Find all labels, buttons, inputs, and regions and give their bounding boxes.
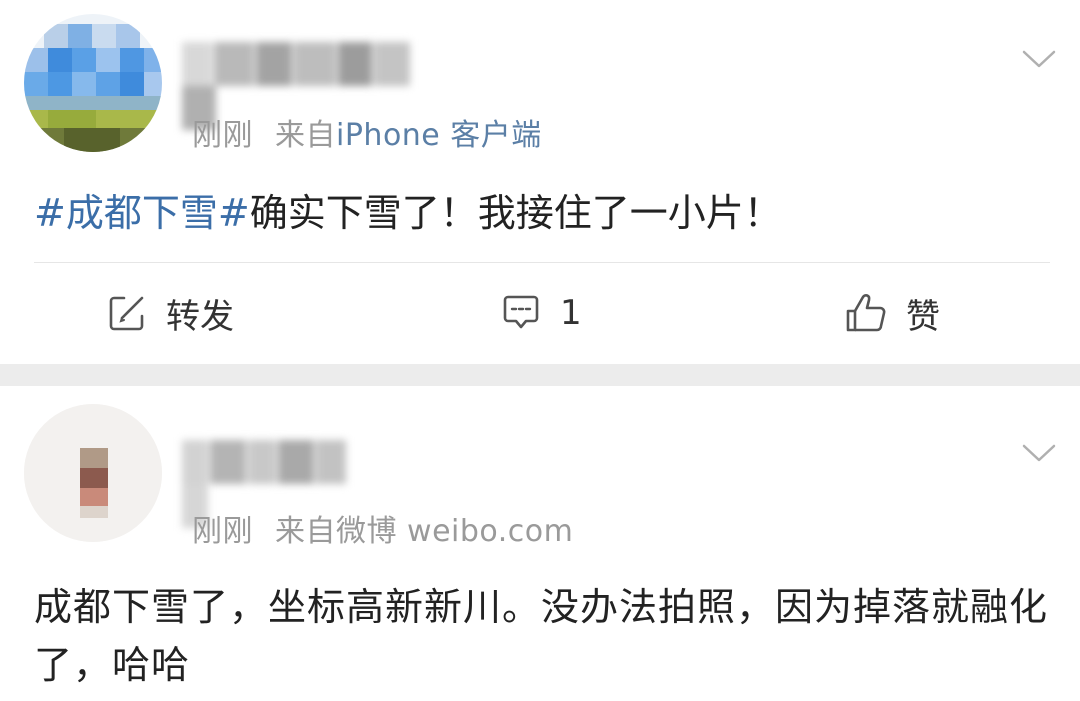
post-time: 刚刚: [192, 118, 253, 153]
post-meta: 刚刚 来自微博 weibo.com: [192, 506, 573, 550]
source-prefix: 来自: [275, 514, 336, 549]
post-time: 刚刚: [192, 514, 253, 549]
post-separator: [0, 364, 1080, 386]
source-prefix: 来自: [275, 118, 336, 153]
like-label: 赞: [906, 296, 940, 337]
username-blurred[interactable]: [182, 42, 444, 130]
repost-button[interactable]: 转发: [106, 289, 234, 337]
comment-button[interactable]: 1: [500, 289, 582, 337]
chevron-down-icon[interactable]: [1022, 48, 1056, 70]
weibo-feed: 刚刚来自iPhone 客户端 #成都下雪#确实下雪了！我接住了一小片！ 转发: [0, 0, 1080, 701]
post-content: #成都下雪#确实下雪了！我接住了一小片！: [34, 184, 1050, 242]
post-card: 刚刚 来自微博 weibo.com 成都下雪了，坐标高新新川。没办法拍照，因为掉落…: [0, 386, 1080, 701]
comment-bubble-icon: [503, 295, 539, 329]
comment-count: 1: [560, 293, 582, 333]
action-bar: 转发 1 赞: [0, 263, 1080, 363]
avatar-mosaic: [24, 404, 162, 542]
username-blurred[interactable]: [182, 440, 372, 528]
avatar[interactable]: [24, 14, 162, 152]
post-text: 确实下雪了！我接住了一小片！: [249, 191, 782, 235]
post-text: 成都下雪了，坐标高新新川。没办法拍照，因为掉落就融化了，哈哈: [34, 585, 1049, 687]
repost-label: 转发: [166, 296, 234, 337]
source-label: 微博 weibo.com: [336, 514, 574, 549]
post-card: 刚刚来自iPhone 客户端 #成都下雪#确实下雪了！我接住了一小片！ 转发: [0, 0, 1080, 364]
post-meta: 刚刚 来自iPhone 客户端: [192, 110, 542, 154]
like-button[interactable]: 赞: [844, 289, 940, 337]
avatar-mosaic: [24, 14, 162, 152]
source-link[interactable]: iPhone 客户端: [336, 118, 542, 153]
post-content: 成都下雪了，坐标高新新川。没办法拍照，因为掉落就融化了，哈哈: [34, 578, 1050, 694]
edit-square-icon: [109, 296, 144, 331]
avatar[interactable]: [24, 404, 162, 542]
chevron-down-icon[interactable]: [1022, 442, 1056, 464]
topic-link[interactable]: #成都下雪#: [34, 191, 250, 235]
thumbs-up-icon: [846, 294, 886, 332]
